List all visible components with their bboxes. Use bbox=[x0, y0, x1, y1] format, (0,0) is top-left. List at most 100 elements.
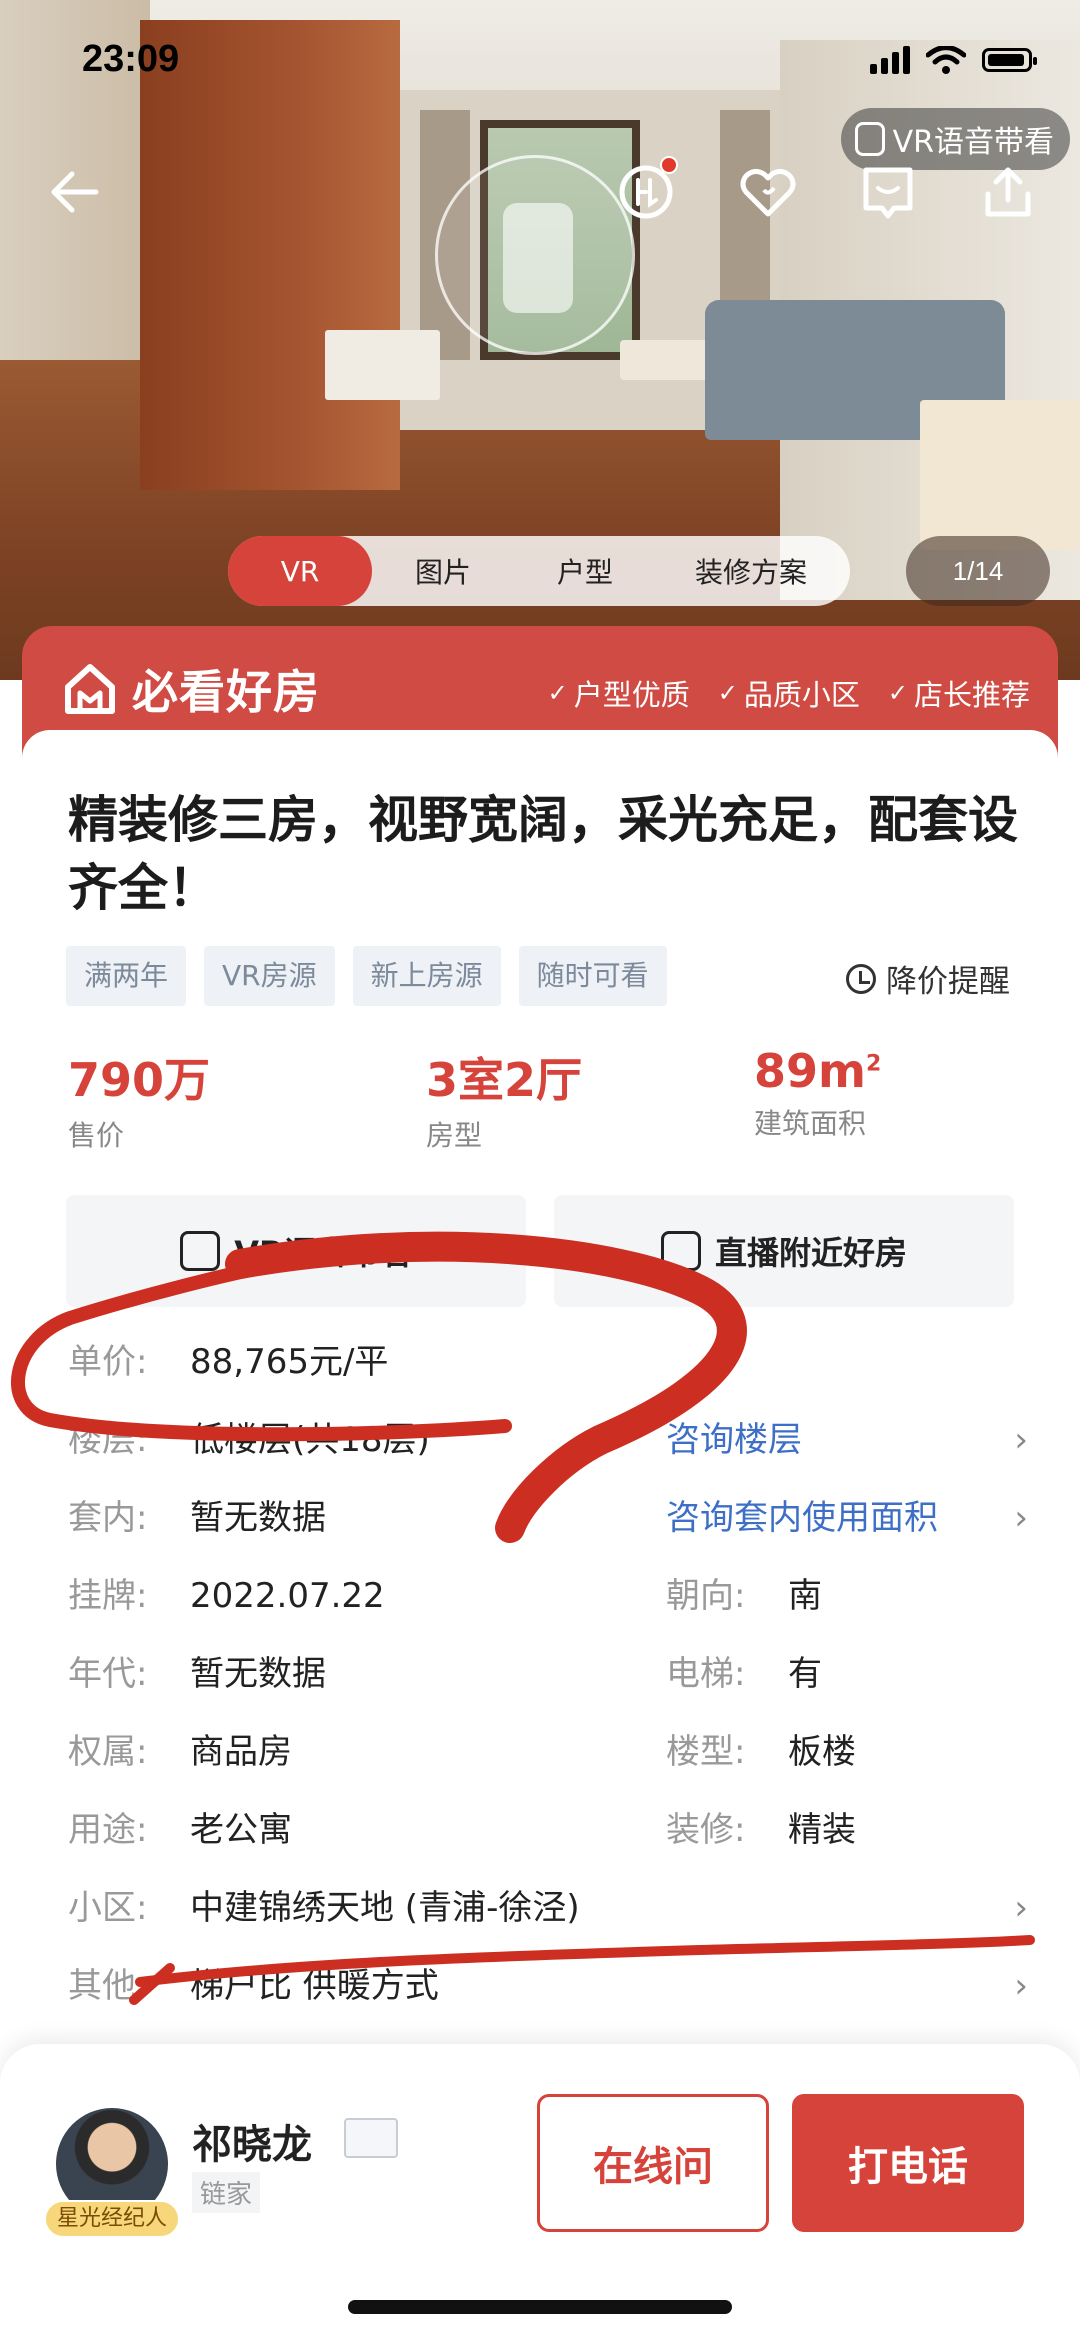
row-value: 南 bbox=[788, 1576, 822, 1616]
vr-play-icon[interactable] bbox=[435, 155, 635, 355]
wifi-icon bbox=[926, 46, 966, 74]
detail-row-unit-price: 单价: 88,765元/平 bbox=[68, 1332, 1028, 1392]
chevron-right-icon: › bbox=[1014, 1498, 1028, 1538]
price-value: 790万 bbox=[68, 1053, 211, 1107]
row-value: 暂无数据 bbox=[190, 1654, 326, 1694]
row-value: 梯户比 供暖方式 bbox=[190, 1966, 439, 2006]
layout-value: 3室2厅 bbox=[426, 1053, 583, 1107]
tag: VR房源 bbox=[204, 946, 335, 1006]
agent-badge: 星光经纪人 bbox=[44, 2200, 180, 2238]
feature-item: ✓ 户型优质 bbox=[548, 672, 690, 714]
price-alert-button[interactable]: 降价提醒 bbox=[846, 956, 1010, 1001]
feature-item: ✓ 店长推荐 bbox=[888, 672, 1030, 714]
online-chat-button[interactable]: 在线问 bbox=[537, 2094, 769, 2232]
photo-cabinet bbox=[920, 400, 1080, 550]
row-value: 有 bbox=[788, 1654, 822, 1694]
row-label: 装修: bbox=[666, 1810, 746, 1850]
photo-tv-stand bbox=[325, 330, 440, 400]
detail-row-era: 年代: 暂无数据 电梯: 有 bbox=[68, 1644, 1028, 1704]
tab-vr[interactable]: VR bbox=[228, 536, 372, 606]
consult-area-link[interactable]: 咨询套内使用面积 bbox=[666, 1488, 938, 1548]
row-label: 年代: bbox=[68, 1654, 148, 1694]
live-nearby-label: 直播附近好房 bbox=[714, 1234, 907, 1272]
back-arrow-icon bbox=[51, 171, 99, 213]
layout-stat: 3室2厅 房型 bbox=[426, 1044, 582, 1154]
notification-dot bbox=[660, 156, 678, 174]
banner-title: 必看好房 bbox=[132, 665, 320, 719]
alarm-clock-icon bbox=[846, 963, 876, 994]
house-icon bbox=[65, 664, 115, 714]
live-nearby-button[interactable]: 直播附近好房 bbox=[554, 1195, 1014, 1307]
row-label: 楼型: bbox=[666, 1732, 746, 1772]
row-label: 其他: bbox=[68, 1966, 148, 2006]
feature-label: 店长推荐 bbox=[913, 678, 1030, 712]
vr-cube-icon bbox=[180, 1231, 221, 1271]
row-value: 精装 bbox=[788, 1810, 856, 1850]
row-label: 朝向: bbox=[666, 1576, 746, 1616]
tab-renovation[interactable]: 装修方案 bbox=[656, 536, 846, 606]
tag: 满两年 bbox=[66, 946, 187, 1006]
row-value: 2022.07.22 bbox=[190, 1576, 385, 1616]
banner-logo: 必看好房 bbox=[62, 656, 320, 722]
area-stat: 89m2 建筑面积 bbox=[754, 1044, 881, 1142]
row-value: 低楼层(共18层) bbox=[190, 1420, 430, 1460]
play-icon bbox=[660, 1231, 701, 1271]
check-icon: ✓ bbox=[717, 679, 738, 707]
tab-photos[interactable]: 图片 bbox=[372, 536, 514, 606]
share-icon bbox=[985, 167, 1031, 217]
media-tabs: VR 图片 户型 装修方案 bbox=[228, 536, 850, 606]
row-value: 暂无数据 bbox=[190, 1498, 326, 1538]
row-value: 中建锦绣天地 (青浦-徐泾) bbox=[190, 1888, 580, 1928]
detail-row-floor[interactable]: 楼层: 低楼层(共18层) 咨询楼层 › bbox=[68, 1410, 1028, 1470]
id-card-icon[interactable] bbox=[344, 2118, 398, 2158]
area-number: 89m bbox=[754, 1044, 866, 1098]
area-value: 89m2 bbox=[754, 1044, 881, 1098]
price-label: 售价 bbox=[68, 1119, 125, 1152]
vr-guide-label: VR语音带看 bbox=[892, 125, 1054, 160]
chevron-right-icon: › bbox=[1014, 1888, 1028, 1928]
compare-button[interactable] bbox=[614, 156, 678, 224]
row-value: 88,765元/平 bbox=[190, 1342, 389, 1382]
detail-row-community[interactable]: 小区: 中建锦绣天地 (青浦-徐泾) › bbox=[68, 1878, 1028, 1938]
feature-item: ✓ 品质小区 bbox=[718, 672, 860, 714]
vr-mark-icon bbox=[503, 203, 573, 313]
back-button[interactable] bbox=[42, 160, 106, 224]
price-stat: 790万 售价 bbox=[68, 1044, 210, 1154]
message-icon bbox=[863, 167, 913, 219]
row-label: 楼层: bbox=[68, 1420, 148, 1460]
feature-label: 户型优质 bbox=[573, 678, 690, 712]
area-label: 建筑面积 bbox=[754, 1107, 867, 1140]
share-button[interactable] bbox=[976, 160, 1040, 224]
battery-icon bbox=[982, 48, 1037, 72]
listing-card bbox=[22, 730, 1058, 2070]
vr-voice-tour-button[interactable]: VR语音带看 bbox=[66, 1195, 526, 1307]
tab-floorplan[interactable]: 户型 bbox=[514, 536, 656, 606]
listing-tags: 满两年 VR房源 新上房源 随时可看 bbox=[66, 946, 667, 1006]
call-button[interactable]: 打电话 bbox=[792, 2094, 1024, 2232]
area-unit-sup: 2 bbox=[865, 1051, 882, 1077]
agent-name[interactable]: 祁晓龙 bbox=[192, 2112, 312, 2170]
row-label: 权属: bbox=[68, 1732, 148, 1772]
detail-row-ownership: 权属: 商品房 楼型: 板楼 bbox=[68, 1722, 1028, 1782]
detail-row-listed: 挂牌: 2022.07.22 朝向: 南 bbox=[68, 1566, 1028, 1626]
heart-icon bbox=[740, 168, 796, 217]
tag: 随时可看 bbox=[518, 946, 667, 1006]
photo-counter: 1/14 bbox=[906, 536, 1050, 606]
message-button[interactable] bbox=[856, 160, 920, 224]
row-value: 商品房 bbox=[190, 1732, 292, 1772]
price-alert-label: 降价提醒 bbox=[886, 964, 1010, 1000]
chevron-right-icon: › bbox=[1014, 1966, 1028, 2006]
detail-row-inner-area[interactable]: 套内: 暂无数据 咨询套内使用面积 › bbox=[68, 1488, 1028, 1548]
row-label: 套内: bbox=[68, 1498, 148, 1538]
row-value: 老公寓 bbox=[190, 1810, 292, 1850]
row-label: 电梯: bbox=[666, 1654, 746, 1694]
consult-floor-link[interactable]: 咨询楼层 bbox=[666, 1410, 802, 1470]
row-label: 挂牌: bbox=[68, 1576, 148, 1616]
detail-row-other[interactable]: 其他: 梯户比 供暖方式 › bbox=[68, 1956, 1028, 2016]
status-time: 23:09 bbox=[82, 38, 180, 80]
check-icon: ✓ bbox=[547, 679, 568, 707]
favorite-button[interactable] bbox=[736, 160, 800, 224]
vr-icon bbox=[854, 122, 885, 156]
detail-row-usage: 用途: 老公寓 装修: 精装 bbox=[68, 1800, 1028, 1860]
photo-wood-panel bbox=[140, 20, 400, 490]
